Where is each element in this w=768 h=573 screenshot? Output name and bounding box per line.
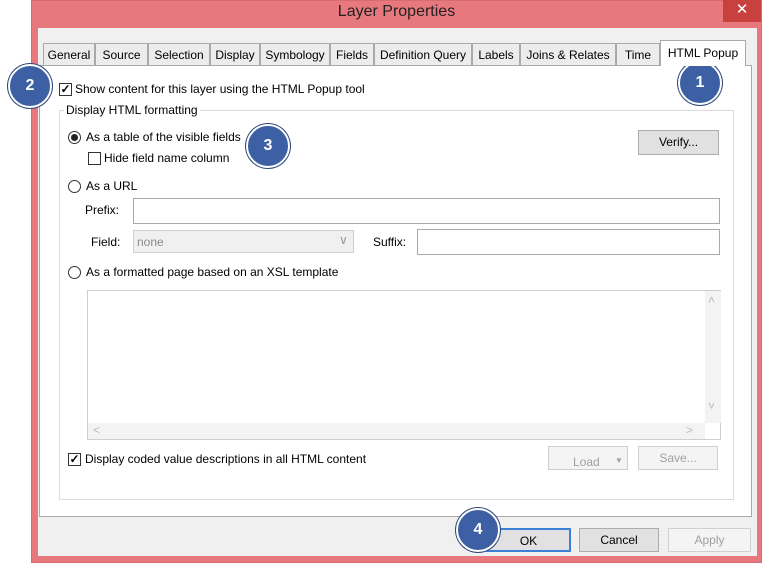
close-button[interactable]: ✕	[723, 0, 761, 22]
group-label: Display HTML formatting	[64, 103, 200, 117]
prefix-label: Prefix:	[85, 203, 120, 217]
tab-time[interactable]: Time	[616, 43, 660, 65]
tab-html-popup[interactable]: HTML Popup	[660, 40, 746, 66]
hide-field-checkbox[interactable]	[88, 152, 101, 165]
load-label: Load	[573, 455, 600, 469]
verify-button[interactable]: Verify...	[638, 130, 719, 155]
horizontal-scrollbar[interactable]: < >	[88, 423, 705, 439]
chevron-down-icon: ∨	[339, 233, 348, 247]
tab-symbology[interactable]: Symbology	[260, 43, 330, 65]
tab-joins-relates[interactable]: Joins & Relates	[520, 43, 616, 65]
scroll-down-icon[interactable]: ˅	[708, 399, 715, 413]
radio-selected-dot	[71, 134, 78, 141]
show-content-checkbox[interactable]: ✓	[59, 83, 72, 96]
callout-badge-3: 3	[246, 124, 290, 168]
coded-values-label: Display coded value descriptions in all …	[85, 452, 367, 466]
suffix-input[interactable]	[417, 229, 720, 255]
cancel-button[interactable]: Cancel	[579, 528, 659, 552]
table-option-radio[interactable]	[68, 131, 81, 144]
xsl-template-textarea[interactable]: ˄ ˅ < >	[87, 290, 721, 440]
scroll-left-icon[interactable]: <	[93, 423, 100, 437]
url-option-label: As a URL	[86, 179, 138, 193]
callout-badge-1: 1	[678, 61, 722, 105]
load-button[interactable]: Load ▼	[548, 446, 628, 470]
tab-fields[interactable]: Fields	[330, 43, 374, 65]
tab-general[interactable]: General	[43, 43, 95, 65]
apply-button[interactable]: Apply	[668, 528, 751, 552]
xsl-option-radio[interactable]	[68, 266, 81, 279]
vertical-scrollbar[interactable]: ˄ ˅	[705, 291, 721, 423]
coded-values-checkbox[interactable]: ✓	[68, 453, 81, 466]
tab-source[interactable]: Source	[95, 43, 148, 65]
prefix-input[interactable]	[133, 198, 720, 224]
window-title: Layer Properties	[337, 3, 456, 20]
url-option-radio[interactable]	[68, 180, 81, 193]
tab-labels[interactable]: Labels	[472, 43, 520, 65]
callout-badge-4: 4	[456, 508, 500, 552]
callout-badge-2: 2	[8, 64, 52, 108]
xsl-option-label: As a formatted page based on an XSL temp…	[86, 265, 339, 279]
save-button[interactable]: Save...	[638, 446, 718, 470]
tab-selection[interactable]: Selection	[148, 43, 210, 65]
tab-definition-query[interactable]: Definition Query	[374, 43, 472, 65]
hide-field-label: Hide field name column	[104, 151, 230, 165]
field-select[interactable]: none ∨	[133, 230, 354, 253]
field-label: Field:	[91, 235, 121, 249]
scroll-up-icon[interactable]: ˄	[708, 293, 715, 307]
dropdown-arrow-icon: ▼	[615, 456, 623, 465]
field-select-value: none	[137, 235, 164, 249]
suffix-label: Suffix:	[373, 235, 407, 249]
table-option-label: As a table of the visible fields	[86, 130, 241, 144]
scroll-right-icon[interactable]: >	[686, 423, 693, 437]
tab-display[interactable]: Display	[210, 43, 260, 65]
show-content-label: Show content for this layer using the HT…	[75, 82, 365, 96]
